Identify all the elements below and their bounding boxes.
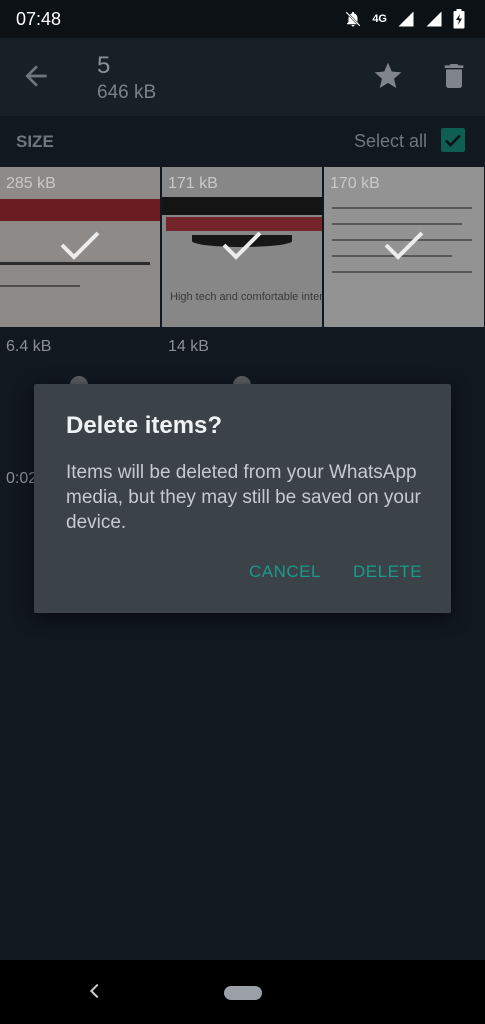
signal-2-icon [426,11,442,27]
delete-button[interactable]: DELETE [353,562,422,582]
select-all-checkbox[interactable] [441,128,465,152]
battery-charging-icon [453,9,465,29]
check-icon [445,134,461,147]
selected-check-icon [222,231,262,260]
notifications-off-icon [345,11,361,27]
star-icon[interactable] [372,60,404,92]
dialog-title: Delete items? [66,412,223,439]
selection-total-size: 646 kB [97,82,157,103]
media-duration-label: 0:02 [6,470,38,487]
nav-home-pill[interactable] [224,986,262,1000]
signal-icon [398,11,414,27]
selected-check-icon [384,231,424,260]
delete-items-dialog: Delete items? Items will be deleted from… [34,384,451,613]
back-arrow-icon[interactable] [20,60,52,92]
app-bar: 5 646 kB [0,38,485,116]
selection-count: 5 [97,52,111,79]
media-thumbnail[interactable]: 171 kB High tech and comfortable inter [162,167,322,327]
thumbnail-size: 171 kB [168,175,218,192]
thumbnail-size: 285 kB [6,175,56,192]
status-time: 07:48 [16,9,62,29]
trash-icon[interactable] [438,60,470,92]
media-size-label: 14 kB [168,338,209,355]
media-thumbnail[interactable]: 285 kB [0,167,160,327]
cancel-button[interactable]: CANCEL [249,562,321,582]
selected-check-icon [60,231,100,260]
section-header: SIZE Select all [0,116,485,166]
select-all-label[interactable]: Select all [354,131,427,152]
network-4g-label: 4G [372,13,387,25]
system-nav-bar [0,960,485,1024]
status-icons: 4G [344,9,465,29]
size-sort-label[interactable]: SIZE [16,132,54,152]
nav-back-icon[interactable] [84,980,106,1002]
media-size-label: 6.4 kB [6,338,52,355]
status-bar: 07:48 4G [0,0,485,38]
thumbnail-size: 170 kB [330,175,380,192]
thumbnail-caption: High tech and comfortable inter [170,291,322,303]
dialog-message: Items will be deleted from your WhatsApp… [66,462,421,533]
media-thumbnail[interactable]: 170 kB [324,167,484,327]
